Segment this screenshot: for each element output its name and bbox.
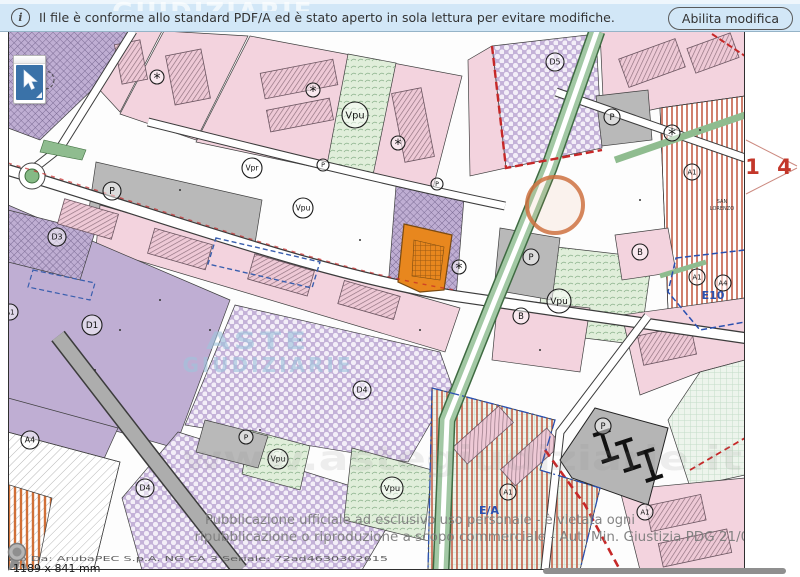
svg-text:D1: D1 <box>86 321 98 331</box>
zone-label: A1 <box>2 304 18 320</box>
svg-text:D5: D5 <box>549 58 560 67</box>
svg-text:P: P <box>609 112 614 122</box>
zone-label: D3 <box>48 228 66 246</box>
svg-text:*: * <box>310 84 317 100</box>
zone-label: D5 <box>546 53 564 71</box>
map-text: LORENZO <box>710 206 734 212</box>
svg-text:*: * <box>395 137 402 153</box>
map-text: ripubblicazione o riproduzione a scopo c… <box>195 529 780 545</box>
zone-label: D4 <box>136 479 154 497</box>
svg-text:B: B <box>518 311 524 321</box>
sheet-number: 1 4 <box>745 155 797 179</box>
zone-label: D4 <box>353 381 371 399</box>
svg-text:D4: D4 <box>356 386 367 395</box>
svg-text:Vpr: Vpr <box>246 164 260 173</box>
info-icon: i <box>11 8 30 27</box>
svg-text:P: P <box>109 186 115 197</box>
svg-text:A4: A4 <box>25 436 35 445</box>
zone-label: P <box>103 182 121 200</box>
pdf-viewer: { "notice_bar": { "message": "Il file è … <box>0 0 800 577</box>
map-text: ASTE <box>206 327 310 355</box>
svg-text:P: P <box>321 162 325 169</box>
svg-text:P: P <box>435 181 439 188</box>
zone-label: A4 <box>21 431 39 449</box>
map-text: www.astegiudiziarie.it <box>182 439 742 479</box>
svg-text:A1: A1 <box>503 488 512 496</box>
roundabout <box>19 163 45 189</box>
pdfa-notice-bar: i Il file è conforme allo standard PDF/A… <box>0 4 800 32</box>
zone-label: Vpu <box>293 198 313 218</box>
zone-label: D1 <box>82 315 102 335</box>
zone-label: P <box>595 418 611 434</box>
zone-label: Vpu <box>381 477 403 499</box>
zone-label: A1 <box>684 164 700 180</box>
page-size-indicator: 1189 x 841 mm <box>13 562 100 575</box>
zone-label: B <box>632 244 648 260</box>
select-tool-button[interactable] <box>13 55 46 104</box>
zone-label: A1 <box>500 484 516 500</box>
zone-label: P <box>317 159 329 171</box>
map-text: GIUDIZIARIE <box>182 353 353 377</box>
map-text: Pubblicazione ufficiale ad esclusivo uso… <box>205 512 635 528</box>
zone-label: Vpu <box>342 102 368 128</box>
tool-grip <box>14 56 45 64</box>
svg-text:A1: A1 <box>5 308 14 316</box>
svg-text:A1: A1 <box>692 273 701 281</box>
enable-editing-button[interactable]: Abilita modifica <box>668 7 793 30</box>
svg-text:A1: A1 <box>687 168 696 176</box>
zone-label: Vpr <box>242 158 262 178</box>
resize-handle-icon <box>36 92 42 98</box>
highlight-circle <box>527 177 583 233</box>
map-text: E10 <box>702 289 725 302</box>
svg-text:Vpu: Vpu <box>345 110 364 121</box>
map-content: Vpu Vpr Vpu P D3 P P Vpu P B D5 P A1 B A1 A4 D1 A1 A4 D4 D4 V… <box>0 31 780 577</box>
zone-label: B <box>513 308 529 324</box>
zone-label: P <box>431 178 443 190</box>
svg-text:*: * <box>668 125 676 144</box>
zone-label: Vpu <box>547 289 571 313</box>
horizontal-scrollbar-thumb[interactable] <box>543 568 786 574</box>
zone-label: P <box>604 109 620 125</box>
zone-label: A1 <box>689 269 705 285</box>
zone-label: A1 <box>637 504 653 520</box>
svg-text:P: P <box>600 421 605 431</box>
cursor-arrow-icon <box>16 65 43 100</box>
svg-text:B: B <box>637 247 643 257</box>
svg-text:D3: D3 <box>51 233 62 242</box>
zoning-map[interactable]: Vpu Vpr Vpu P D3 P P Vpu P B D5 P A1 B A1 A4 D1 A1 A4 D4 D4 V… <box>0 0 800 577</box>
svg-text:*: * <box>154 71 161 87</box>
svg-text:Vpu: Vpu <box>296 204 311 213</box>
pdfa-message: Il file è conforme allo standard PDF/A e… <box>39 10 615 25</box>
svg-text:D4: D4 <box>139 484 150 493</box>
svg-text:Vpu: Vpu <box>384 483 400 493</box>
map-text: SAN <box>717 199 728 205</box>
svg-text:P: P <box>528 252 533 262</box>
subject-parcel-orange <box>398 224 452 292</box>
svg-text:A1: A1 <box>640 508 649 516</box>
svg-text:Vpu: Vpu <box>550 297 568 307</box>
sheet-number-text: 1 4 <box>745 155 797 179</box>
svg-text:A4: A4 <box>718 279 728 287</box>
zone-label: P <box>523 249 539 265</box>
svg-text:*: * <box>456 261 463 277</box>
